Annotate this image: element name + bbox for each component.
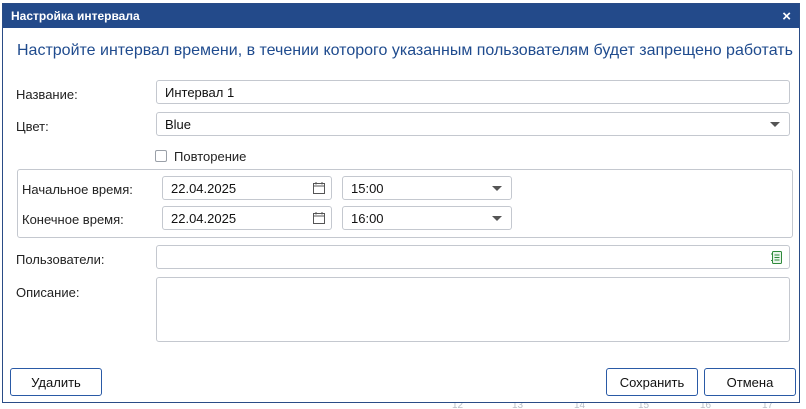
cancel-button[interactable]: Отмена — [704, 368, 796, 396]
end-date-input[interactable]: 22.04.2025 — [162, 206, 332, 230]
start-time-label: Начальное время: — [22, 182, 133, 197]
start-date-input[interactable]: 22.04.2025 — [162, 176, 332, 200]
dialog-titlebar[interactable]: Настройка интервала × — [3, 4, 799, 28]
delete-button[interactable]: Удалить — [10, 368, 102, 396]
close-icon[interactable]: × — [782, 9, 791, 24]
end-time-select[interactable]: 16:00 — [342, 206, 512, 230]
description-label: Описание: — [16, 285, 80, 300]
end-date-value: 22.04.2025 — [171, 210, 237, 226]
end-time-value: 16:00 — [351, 210, 384, 226]
name-input[interactable]: Интервал 1 — [156, 80, 790, 104]
name-input-value: Интервал 1 — [165, 84, 235, 100]
start-date-value: 22.04.2025 — [171, 180, 237, 196]
save-button[interactable]: Сохранить — [606, 368, 698, 396]
chevron-down-icon[interactable] — [492, 186, 502, 191]
time-range-group: Начальное время: 22.04.2025 15:00 Конечн… — [17, 169, 793, 238]
calendar-icon[interactable] — [313, 212, 325, 224]
color-select-value: Blue — [165, 116, 192, 132]
repeat-checkbox[interactable] — [155, 150, 167, 162]
end-time-label: Конечное время: — [22, 212, 124, 227]
chevron-down-icon[interactable] — [770, 122, 780, 127]
repeat-label[interactable]: Повторение — [174, 149, 246, 164]
chevron-down-icon[interactable] — [492, 216, 502, 221]
description-textarea[interactable] — [156, 277, 790, 342]
start-time-select[interactable]: 15:00 — [342, 176, 512, 200]
color-label: Цвет: — [16, 119, 49, 134]
color-select[interactable]: Blue — [156, 112, 790, 136]
calendar-icon[interactable] — [313, 182, 325, 194]
name-label: Название: — [16, 87, 78, 102]
users-label: Пользователи: — [16, 252, 105, 267]
address-book-icon[interactable] — [771, 251, 783, 264]
users-input[interactable] — [156, 245, 790, 269]
start-time-value: 15:00 — [351, 180, 384, 196]
dialog-title: Настройка интервала — [11, 9, 140, 23]
dialog-heading: Настройте интервал времени, в течении ко… — [17, 42, 793, 59]
interval-settings-dialog: Настройка интервала × Настройте интервал… — [2, 3, 800, 403]
